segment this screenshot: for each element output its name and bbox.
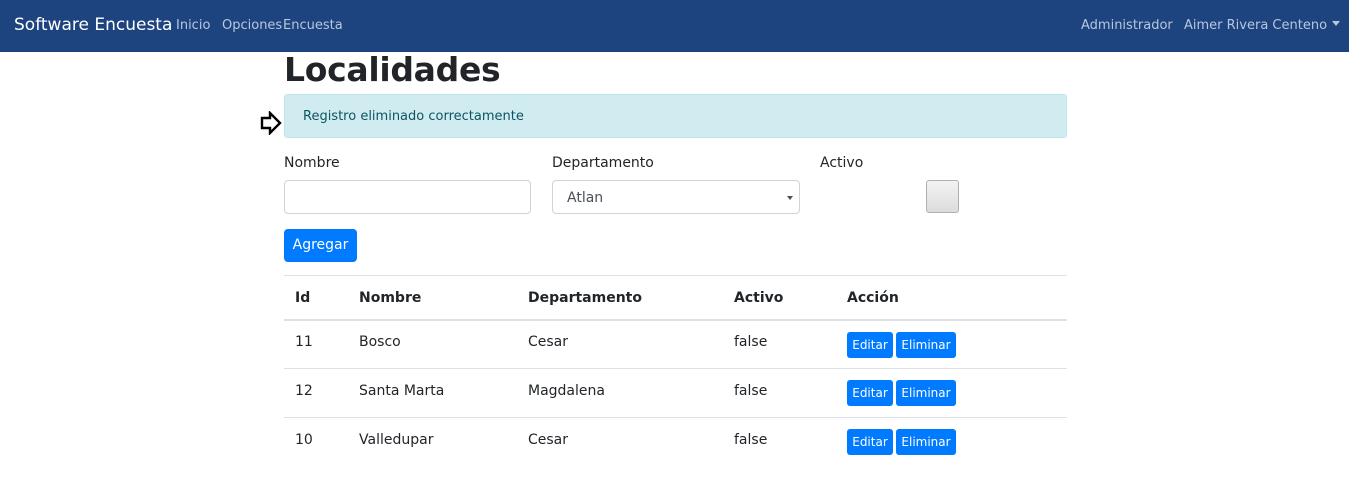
cell-departamento: Cesar [528, 432, 569, 448]
user-name: Aimer Rivera Centeno [1184, 18, 1328, 33]
cell-departamento: Magdalena [528, 383, 605, 399]
cell-activo: false [734, 383, 768, 399]
navbar-brand[interactable]: Software Encuesta [14, 15, 172, 35]
cell-activo: false [734, 334, 768, 350]
edit-button[interactable]: Editar [847, 429, 893, 455]
departamento-select[interactable]: Atlan [552, 180, 800, 214]
row-divider [284, 417, 1067, 418]
table-top-border [284, 275, 1067, 276]
header-departamento: Departamento [528, 290, 642, 306]
cell-nombre: Valledupar [359, 432, 434, 448]
nav-link-encuesta[interactable]: Encuesta [283, 18, 343, 33]
delete-button[interactable]: Eliminar [896, 429, 956, 455]
cell-nombre: Santa Marta [359, 383, 445, 399]
arrow-right-icon [260, 111, 282, 135]
edit-button[interactable]: Editar [847, 380, 893, 406]
header-accion: Acción [847, 290, 899, 306]
cell-nombre: Bosco [359, 334, 401, 350]
nav-role-label: Administrador [1081, 18, 1173, 33]
cell-activo: false [734, 432, 768, 448]
cell-id: 12 [295, 383, 313, 399]
activo-label: Activo [820, 155, 864, 171]
page-title: Localidades [284, 50, 501, 89]
nav-link-inicio[interactable]: Inicio [176, 18, 210, 33]
row-divider [284, 368, 1067, 369]
header-nombre: Nombre [359, 290, 422, 306]
departamento-label: Departamento [552, 155, 654, 171]
header-activo: Activo [734, 290, 784, 306]
edit-button[interactable]: Editar [847, 332, 893, 358]
activo-checkbox[interactable] [926, 180, 959, 213]
nombre-label: Nombre [284, 155, 340, 171]
nav-link-opciones[interactable]: Opciones [222, 18, 282, 33]
agregar-button[interactable]: Agregar [284, 229, 357, 262]
cell-departamento: Cesar [528, 334, 569, 350]
cell-id: 11 [295, 334, 313, 350]
delete-button[interactable]: Eliminar [896, 380, 956, 406]
delete-button[interactable]: Eliminar [896, 332, 956, 358]
caret-down-icon [1332, 21, 1341, 26]
cell-id: 10 [295, 432, 313, 448]
alert-message: Registro eliminado correctamente [303, 109, 524, 124]
departamento-selected-value: Atlan [567, 190, 604, 206]
chevron-down-icon [787, 196, 793, 200]
nombre-input[interactable] [284, 180, 531, 214]
success-alert: Registro eliminado correctamente [284, 94, 1067, 138]
user-menu-dropdown[interactable]: Aimer Rivera Centeno [1184, 18, 1341, 33]
header-id: Id [295, 290, 311, 306]
table-header-border [284, 319, 1067, 321]
top-navbar: Software Encuesta Inicio Opciones Encues… [0, 0, 1349, 52]
